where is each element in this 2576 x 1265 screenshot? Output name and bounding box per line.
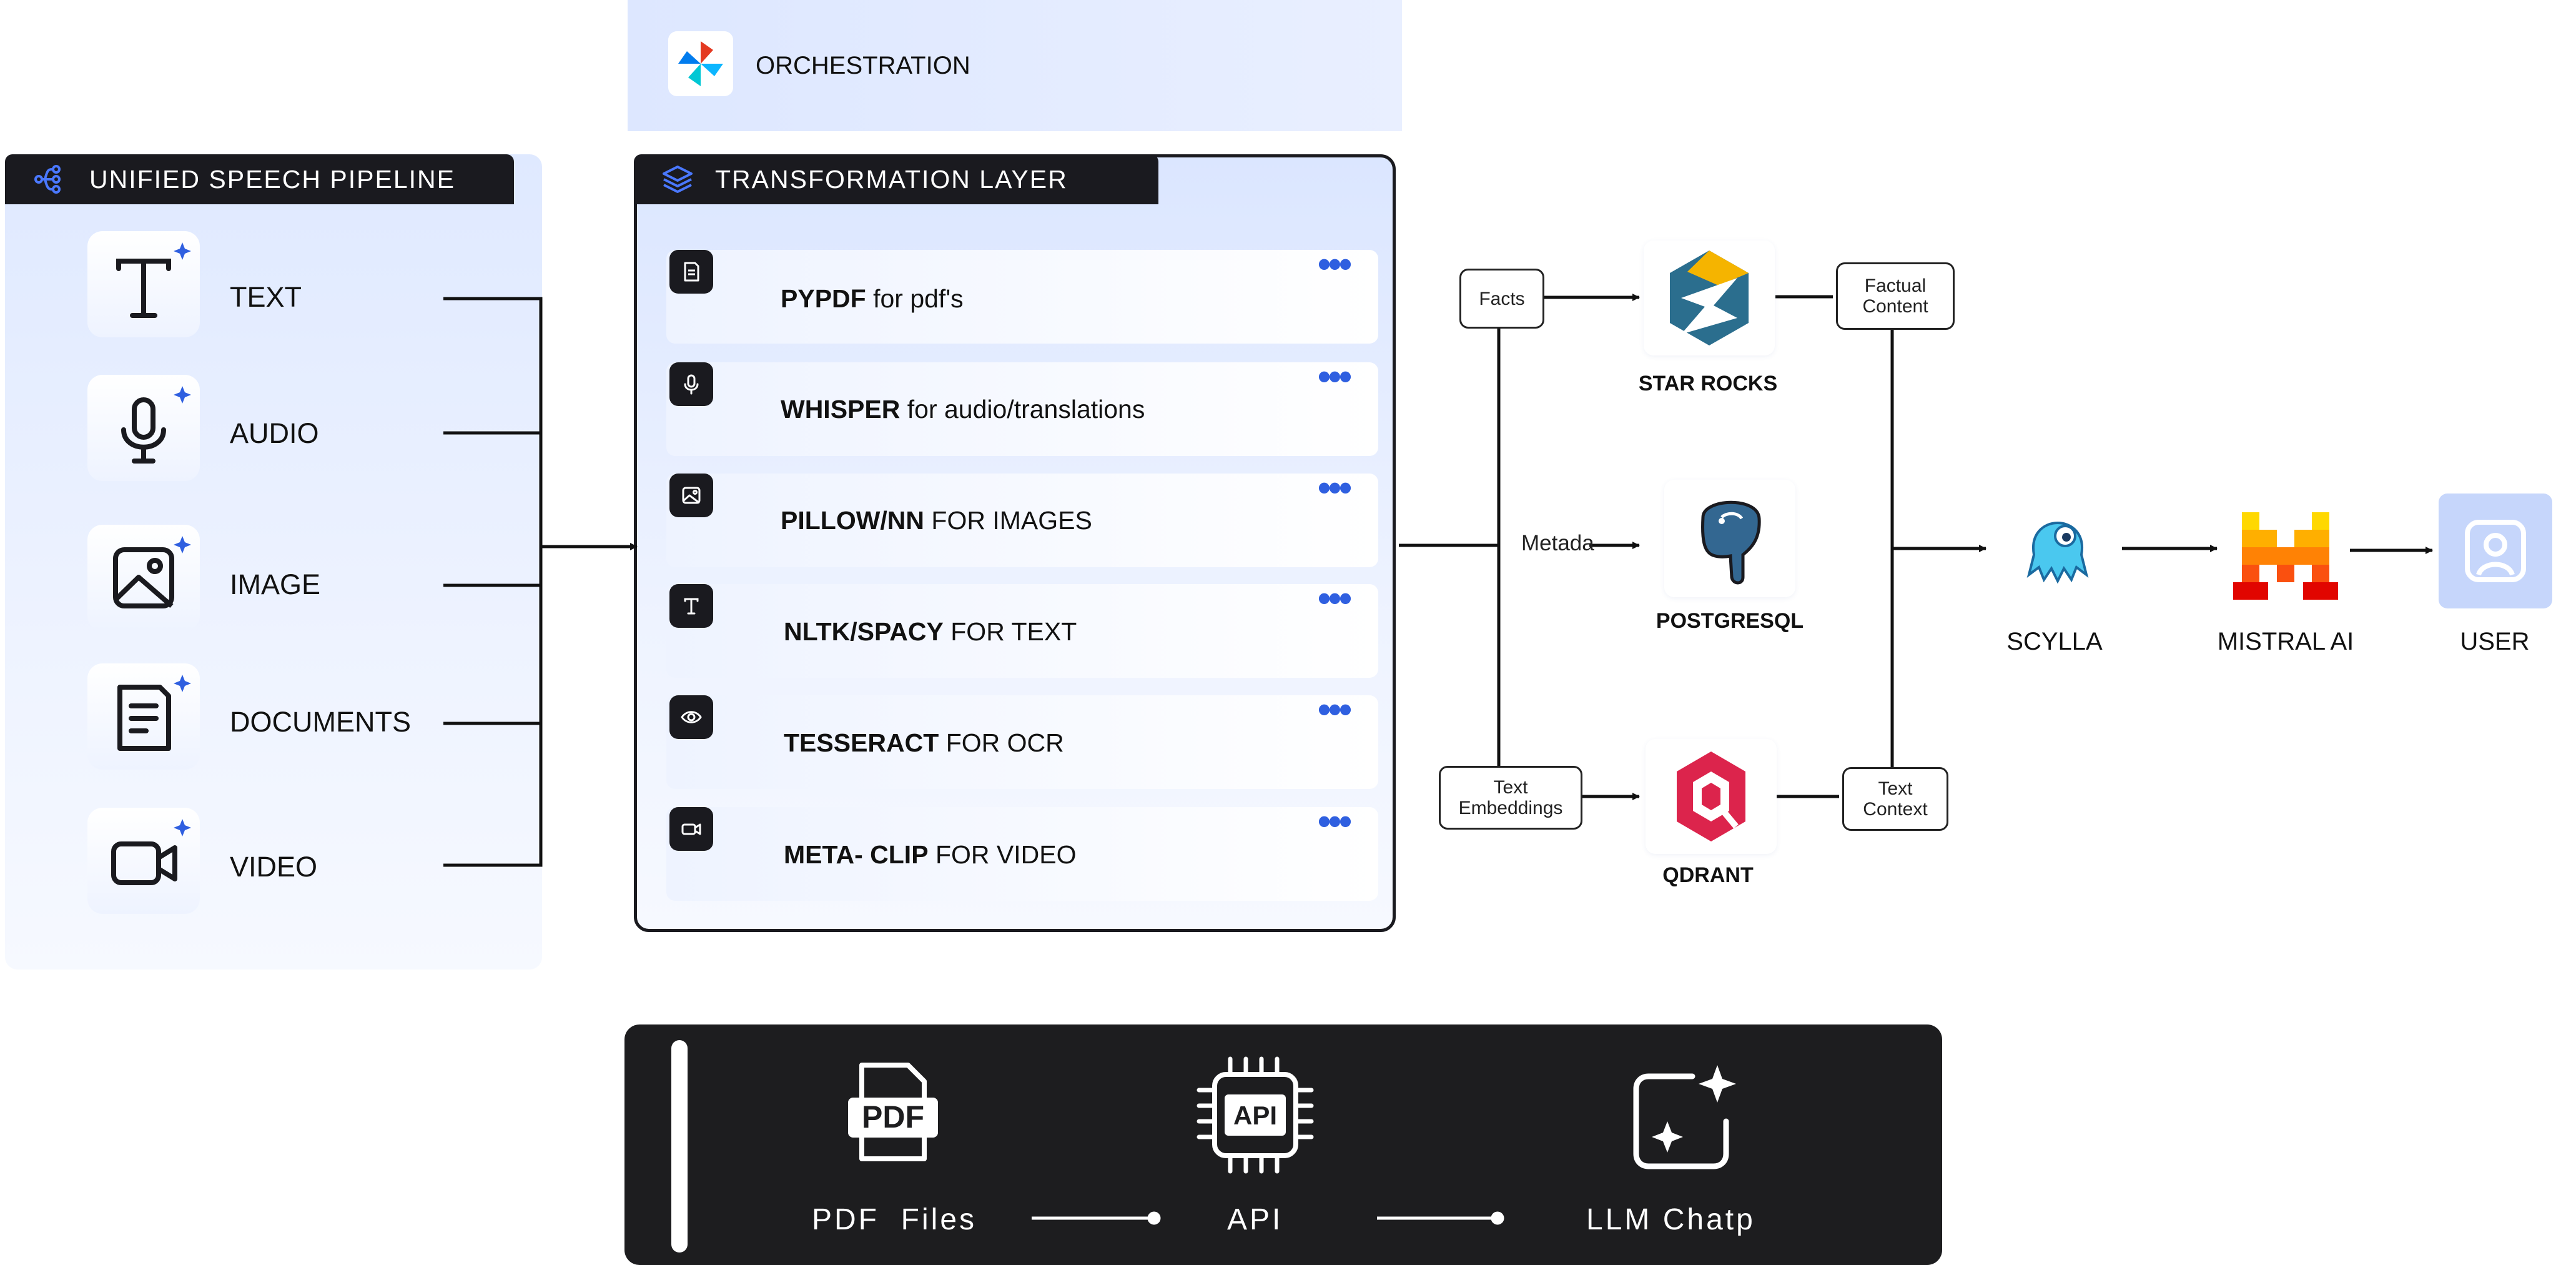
bottom-connectors xyxy=(1032,1211,1504,1225)
